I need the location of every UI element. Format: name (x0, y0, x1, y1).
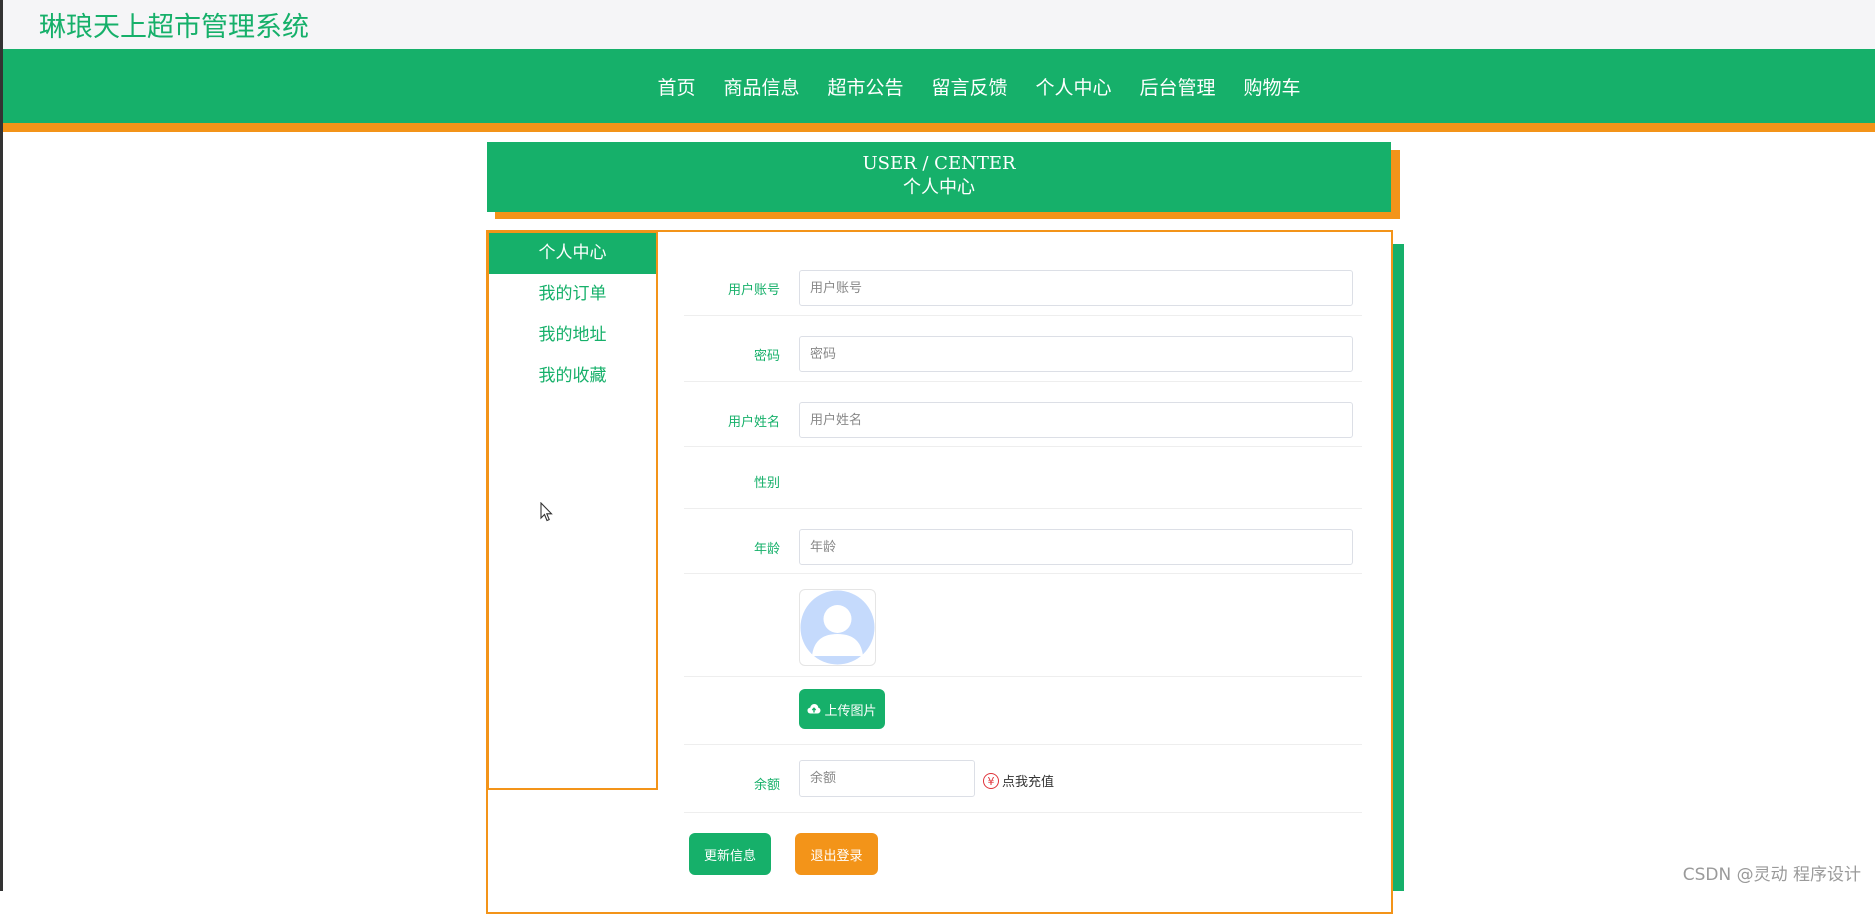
site-title: 琳琅天上超市管理系统 (39, 12, 309, 43)
recharge-link[interactable]: ¥ 点我充值 (983, 771, 1054, 790)
password-label: 密码 (753, 349, 780, 364)
nav-accent-bar (3, 123, 1875, 132)
update-info-button[interactable]: 更新信息 (689, 833, 771, 875)
name-label: 用户姓名 (727, 415, 780, 430)
page-banner: USER / CENTER 个人中心 (487, 142, 1391, 212)
main-nav: 首页 商品信息 超市公告 留言反馈 个人中心 后台管理 购物车 (3, 49, 1875, 123)
nav-item-products[interactable]: 商品信息 (723, 73, 799, 100)
window-left-edge (0, 0, 3, 891)
upload-image-button[interactable]: 上传图片 (799, 689, 885, 729)
nav-item-feedback[interactable]: 留言反馈 (931, 73, 1007, 100)
form-row-name: 用户姓名 (684, 381, 1362, 447)
sidebar-item-my-orders[interactable]: 我的订单 (489, 274, 656, 315)
cloud-upload-icon (807, 704, 821, 714)
form-row-age: 年龄 (684, 508, 1362, 574)
yen-icon: ¥ (983, 772, 999, 789)
age-input[interactable] (799, 529, 1353, 565)
upload-image-label: 上传图片 (824, 703, 877, 719)
balance-label: 余额 (753, 778, 780, 793)
form-row-upload: 上传图片 (684, 676, 1362, 745)
form-row-balance: 余额 ¥ 点我充值 (684, 744, 1362, 813)
sidebar-item-my-favorites[interactable]: 我的收藏 (489, 356, 656, 397)
recharge-label: 点我充值 (1002, 775, 1055, 790)
nav-item-user-center[interactable]: 个人中心 (1036, 73, 1112, 100)
form-row-gender: 性别 (684, 446, 1362, 509)
balance-input[interactable] (799, 760, 975, 797)
form-row-account: 用户账号 (684, 262, 1362, 316)
account-input[interactable] (799, 270, 1353, 306)
logout-button[interactable]: 退出登录 (795, 833, 878, 875)
mouse-cursor-icon (540, 502, 553, 522)
watermark: CSDN @灵动 程序设计 (1682, 865, 1861, 885)
form-row-avatar (684, 573, 1362, 677)
form-row-password: 密码 (684, 315, 1362, 382)
banner-chinese-title: 个人中心 (903, 177, 975, 198)
name-input[interactable] (799, 402, 1353, 438)
sidebar-item-my-address[interactable]: 我的地址 (489, 315, 656, 356)
password-input[interactable] (799, 336, 1353, 372)
gender-label: 性别 (753, 476, 780, 491)
nav-item-admin[interactable]: 后台管理 (1140, 73, 1216, 100)
account-label: 用户账号 (727, 283, 780, 298)
nav-item-home[interactable]: 首页 (657, 73, 695, 100)
nav-item-cart[interactable]: 购物车 (1244, 73, 1301, 100)
sidebar-item-user-center[interactable]: 个人中心 (489, 233, 656, 274)
user-avatar-icon (799, 589, 876, 666)
age-label: 年龄 (753, 542, 780, 557)
top-header: 琳琅天上超市管理系统 (3, 0, 1875, 49)
banner-english-title: USER / CENTER (862, 153, 1016, 174)
nav-item-announcements[interactable]: 超市公告 (827, 73, 903, 100)
user-sidebar: 个人中心 我的订单 我的地址 我的收藏 (487, 231, 658, 790)
